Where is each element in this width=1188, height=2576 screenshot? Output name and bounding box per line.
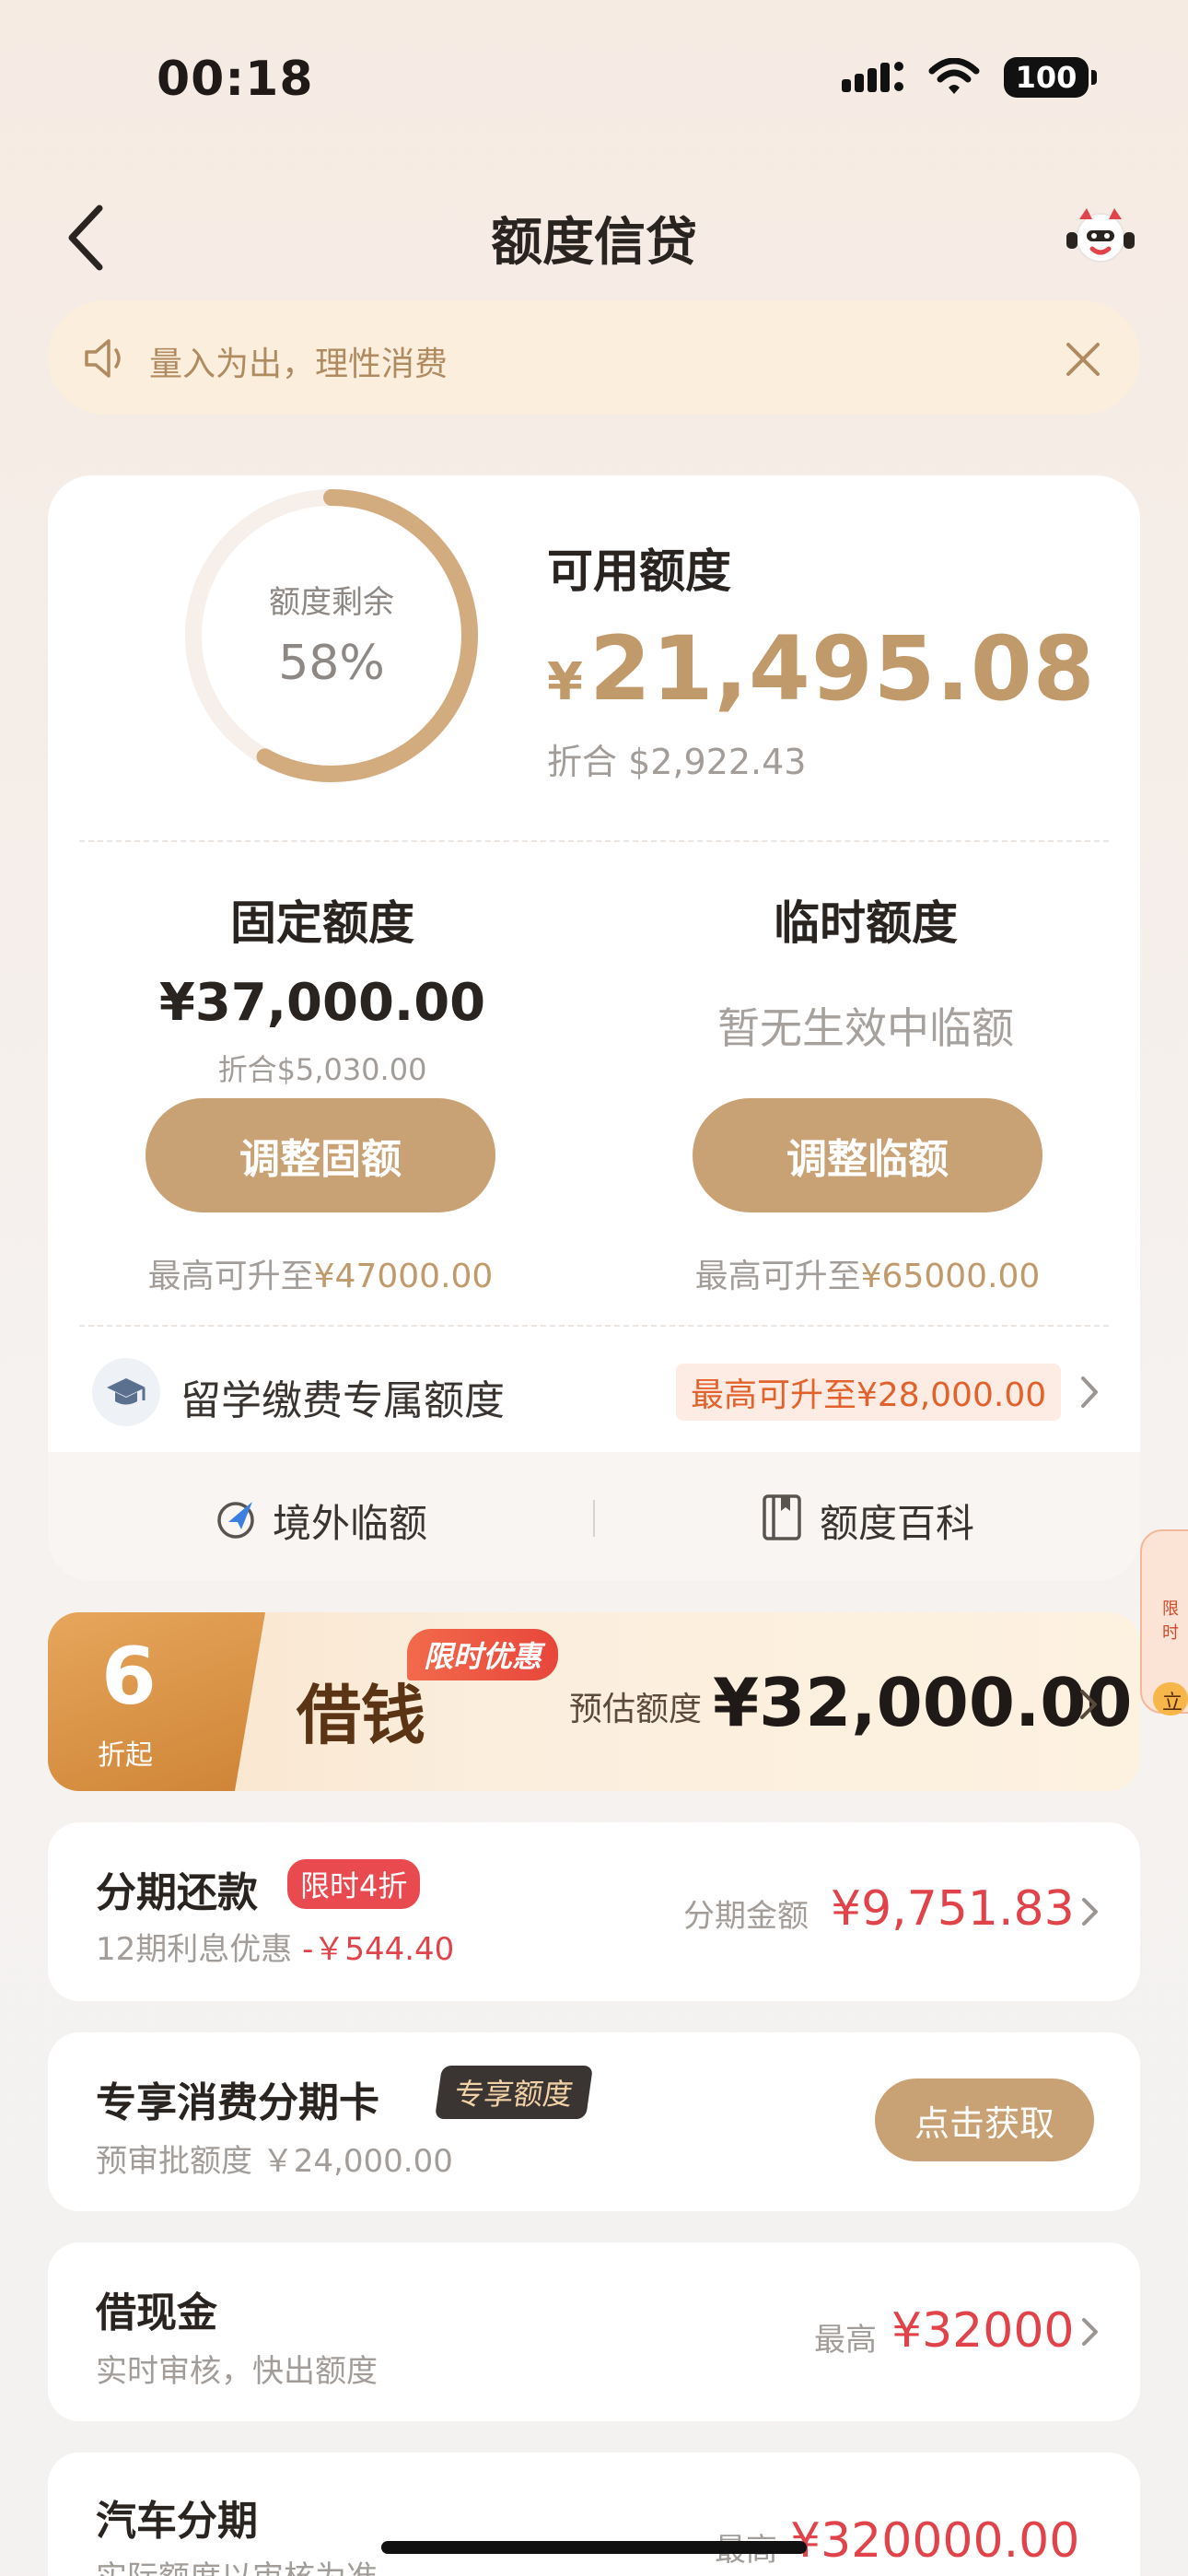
ring-label: 额度剩余: [269, 584, 394, 621]
credit-wiki-link[interactable]: 额度百科: [820, 1493, 974, 1549]
divider: [79, 1325, 1109, 1327]
fixed-credit-usd: 折合$5,030.00: [217, 1052, 427, 1087]
chevron-right-icon[interactable]: [1076, 1682, 1101, 1727]
estimated-credit-value: ¥32,000.00: [713, 1664, 1133, 1741]
adjust-fixed-button[interactable]: 调整固额: [146, 1098, 495, 1212]
battery-indicator: 100: [1004, 57, 1097, 98]
car-max-value: ¥320000.00: [790, 2513, 1080, 2569]
available-amount-value: 21,495.08: [588, 617, 1096, 720]
installment-amount-label: 分期金额: [683, 1898, 809, 1935]
close-icon[interactable]: [1059, 335, 1107, 383]
chevron-right-icon[interactable]: [1077, 2311, 1103, 2353]
side-promo-tag-text: 立: [1162, 1692, 1183, 1715]
car-installment-sub: 实际额度以审核为准: [96, 2552, 378, 2576]
cellular-signal-icon: [842, 62, 903, 92]
overseas-plane-icon: [217, 1502, 254, 1539]
installment-amount-value: ¥9,751.83: [831, 1881, 1075, 1937]
available-credit-label: 可用额度: [547, 544, 731, 598]
speaker-icon: [85, 339, 121, 378]
temporary-max-value: ¥65000.00: [860, 1258, 1041, 1295]
exclusive-card-title: 专享消费分期卡: [96, 2079, 379, 2126]
ring-percent: 58%: [278, 636, 385, 691]
fixed-max-value: ¥47000.00: [313, 1258, 494, 1295]
chevron-right-icon[interactable]: [1077, 1891, 1103, 1933]
mascot-icon[interactable]: [1059, 201, 1142, 275]
get-now-button[interactable]: 点击获取: [875, 2078, 1094, 2161]
chevron-right-icon[interactable]: [1076, 1369, 1103, 1415]
book-icon: [763, 1494, 801, 1540]
installment-title: 分期还款: [96, 1869, 258, 1916]
status-time: 00:18: [157, 52, 314, 107]
estimated-credit-label: 预估额度: [569, 1691, 703, 1728]
fixed-max-label: 最高可升至: [147, 1258, 314, 1295]
study-credit-badge: 最高可升至¥28,000.00: [676, 1364, 1062, 1421]
cash-max-label: 最高: [814, 2322, 877, 2359]
notice-text: 量入为出，理性消费: [149, 345, 448, 383]
cash-max-value: ¥32000: [891, 2303, 1075, 2359]
temporary-credit-title: 临时额度: [774, 896, 958, 950]
status-icons: 100: [840, 57, 1097, 98]
temporary-credit-none: 暂无生效中临额: [717, 1003, 1014, 1053]
adjust-temporary-button[interactable]: 调整临额: [693, 1098, 1042, 1212]
fixed-credit-amount: ¥37,000.00: [158, 973, 486, 1033]
borrow-title: 借钱: [297, 1678, 425, 1753]
promo-tag: 限时优惠: [407, 1629, 559, 1680]
temporary-max-up: 最高可升至¥65000.00: [628, 1249, 1107, 1297]
installment-sub-value: -￥544.40: [302, 1931, 455, 1968]
currency-symbol: ¥: [547, 652, 584, 712]
installment-tag: 限时4折: [287, 1859, 421, 1909]
cash-loan-sub: 实时审核，快出额度: [96, 2353, 378, 2390]
exclusive-card-sub: 预审批额度 ￥24,000.00: [96, 2143, 453, 2180]
installment-sub-prefix: 12期利息优惠: [96, 1931, 293, 1968]
page-title: 额度信贷: [491, 213, 697, 273]
divider: [79, 840, 1109, 842]
car-installment-title: 汽车分期: [96, 2498, 258, 2545]
fixed-max-up: 最高可升至¥47000.00: [81, 1249, 560, 1297]
wifi-icon: [928, 58, 980, 94]
discount-badge: [48, 1612, 265, 1791]
exclusive-card-tag: 专享额度: [434, 2066, 594, 2119]
side-promo-text: 限时: [1162, 1599, 1179, 1643]
graduation-cap-icon: [92, 1358, 160, 1426]
fixed-credit-title: 固定额度: [230, 896, 414, 950]
home-indicator[interactable]: [381, 2541, 807, 2554]
vertical-separator: [593, 1500, 595, 1537]
installment-sub: 12期利息优惠 -￥544.40: [96, 1924, 454, 1969]
discount-number: 6: [101, 1631, 157, 1723]
overseas-temp-credit-link[interactable]: 境外临额: [273, 1493, 427, 1549]
discount-sub: 折起: [98, 1739, 153, 1772]
temporary-max-label: 最高可升至: [694, 1258, 861, 1295]
available-credit-amount: ¥21,495.08: [547, 617, 1095, 720]
study-credit-label[interactable]: 留学缴费专属额度: [181, 1367, 505, 1426]
cash-loan-title: 借现金: [96, 2289, 217, 2336]
available-credit-usd: 折合 $2,922.43: [547, 742, 807, 782]
